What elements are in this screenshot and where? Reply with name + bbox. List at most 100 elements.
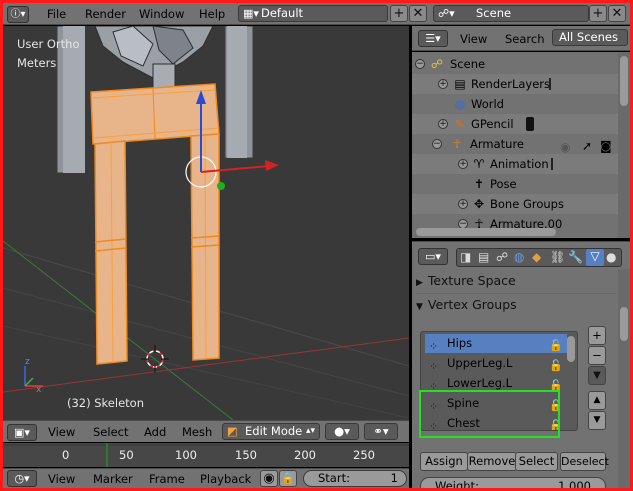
render-tab-icon[interactable]: ◨ (460, 250, 471, 264)
add-scene-button[interactable]: + (589, 5, 607, 22)
outliner-row-animation[interactable]: + ♈ Animation (412, 154, 618, 174)
mode-selector[interactable]: ◩ Edit Mode ▴▾ (222, 423, 320, 440)
properties-editor-type-icon[interactable]: ▭▾ (418, 248, 448, 265)
menu-render[interactable]: Render (85, 6, 126, 22)
cube-editor-type-icon[interactable]: ▣▾ (7, 424, 37, 441)
ruler-tick: 200 (294, 448, 316, 462)
timeline-menu-frame[interactable]: Frame (149, 471, 185, 487)
world-tab-icon[interactable]: ◍ (514, 250, 524, 264)
properties-vscroll-thumb[interactable] (620, 307, 628, 341)
lock-icon[interactable]: 🔒 (279, 470, 297, 487)
ruler-tick: 0 (62, 448, 70, 462)
lock-icon[interactable]: 🔓 (549, 376, 563, 395)
texture-space-panel-header[interactable]: ▶ Texture Space (416, 270, 616, 292)
menu-window[interactable]: Window (139, 6, 184, 22)
select-button[interactable]: Select (515, 452, 558, 471)
weight-slider[interactable]: Weight: 1.000 (420, 477, 606, 488)
expand-icon[interactable]: + (458, 159, 468, 169)
outliner-menu-view[interactable]: View (460, 31, 487, 47)
lock-icon[interactable]: 🔓 (549, 356, 563, 375)
add-screen-button[interactable]: + (390, 5, 408, 22)
vertex-group-list-scroll-thumb[interactable] (567, 336, 575, 362)
outliner-row-gpencil[interactable]: + ✎ GPencil (412, 114, 618, 134)
deselect-button[interactable]: Deselect (560, 452, 609, 471)
outliner-row-pose[interactable]: ✝ Pose (412, 174, 618, 194)
outliner-hscroll-thumb[interactable] (416, 228, 556, 236)
remove-scene-button[interactable]: ✕ (608, 5, 626, 22)
info-editor-type-icon[interactable]: ⓘ▾ (7, 6, 29, 23)
vertex-group-specials-button[interactable]: ▼ (588, 366, 606, 385)
menu-add[interactable]: Add (144, 424, 166, 440)
pivot-selector[interactable]: ⚭▾ (364, 423, 398, 440)
outliner[interactable]: − ☍ Scene + ▤ RenderLayers ◍ World + ✎ G… (412, 52, 630, 238)
add-vertex-group-button[interactable]: + (588, 326, 606, 345)
menu-help[interactable]: Help (199, 6, 225, 22)
selectability-cursor-icon[interactable]: ➚ (582, 136, 592, 156)
renderlayers-indicator (549, 78, 551, 90)
modifiers-tab-icon[interactable]: 🔧 (568, 250, 583, 264)
object-tab-icon[interactable]: ◆ (532, 250, 541, 264)
clock-editor-type-icon[interactable]: ◷▾ (7, 470, 37, 487)
pivot-icon: ⚭▾ (373, 424, 389, 438)
menu-file[interactable]: File (47, 6, 66, 22)
render-layers-tab-icon[interactable]: ▤ (478, 250, 489, 264)
expand-icon[interactable]: + (438, 119, 448, 129)
menu-view[interactable]: View (48, 424, 75, 440)
lock-icon[interactable]: 🔓 (549, 416, 563, 430)
remove-vertex-group-button[interactable]: − (588, 346, 606, 365)
scene-selector[interactable]: ☍▾ Scene (433, 5, 589, 22)
lock-icon[interactable]: 🔓 (549, 396, 563, 415)
timeline-menu-marker[interactable]: Marker (93, 471, 133, 487)
vertex-group-row-upperleg-l[interactable]: ⁘ UpperLeg.L 🔓 (425, 354, 567, 373)
mesh-data-tab-icon[interactable]: ▽ (586, 249, 604, 266)
outliner-editor-type-icon[interactable]: ☰▾ (418, 30, 448, 47)
grease-pencil-icon: ✎ (454, 117, 466, 131)
constraints-tab-icon[interactable]: ⛓ (550, 250, 565, 264)
vertex-group-list[interactable]: ⁘ Hips 🔓 ⁘ UpperLeg.L 🔓 ⁘ LowerLeg.L 🔓 ⁘… (420, 331, 578, 431)
remove-screen-button[interactable]: ✕ (409, 5, 427, 22)
vertex-groups-panel-header[interactable]: ▼ Vertex Groups (416, 294, 616, 316)
vertex-group-row-chest[interactable]: ⁘ Chest 🔓 (425, 414, 567, 430)
lock-icon[interactable]: 🔓 (549, 336, 563, 355)
ruler-tick: 250 (353, 448, 375, 462)
outliner-row-renderlayers[interactable]: + ▤ RenderLayers (412, 74, 618, 94)
vertex-group-row-lowerleg-l[interactable]: ⁘ LowerLeg.L 🔓 (425, 374, 567, 393)
timeline-menu-playback[interactable]: Playback (200, 471, 251, 487)
armature-icon: ☥ (452, 137, 462, 151)
viewport-header: ▣▾ View Select Add Mesh ◩ Edit Mode ▴▾ ●… (3, 420, 409, 442)
outliner-display-mode[interactable]: All Scenes (552, 29, 628, 46)
outliner-row-world[interactable]: ◍ World (412, 94, 618, 114)
screen-layout-selector[interactable]: ▦▾ Default (238, 5, 388, 22)
collapse-icon[interactable]: − (432, 139, 442, 149)
3d-viewport[interactable]: z x User Ortho Meters (32) Skeleton (3, 26, 409, 420)
material-tab-icon[interactable]: ● (606, 250, 616, 264)
timeline-ruler[interactable]: 0 50 100 150 200 250 (3, 443, 409, 467)
collapse-icon[interactable]: − (415, 59, 425, 69)
scene-tab-icon[interactable]: ☍ (496, 250, 508, 264)
expand-icon[interactable]: + (458, 199, 468, 209)
view-name-label: User Ortho (17, 37, 80, 51)
record-icon[interactable]: ◉ (260, 470, 278, 487)
outliner-row-armature[interactable]: − ☥ Armature ◉ ➚ ◙ (412, 134, 618, 154)
outliner-row-bone-groups[interactable]: + ✥ Bone Groups (412, 194, 618, 214)
shading-selector[interactable]: ●▾ (325, 423, 359, 440)
expand-icon[interactable]: + (438, 79, 448, 89)
timeline-menu-view[interactable]: View (48, 471, 75, 487)
outliner-menu-search[interactable]: Search (505, 31, 545, 47)
vertex-group-row-hips[interactable]: ⁘ Hips 🔓 (425, 334, 567, 353)
ruler-tick: 150 (235, 448, 257, 462)
world-icon: ◍ (454, 97, 466, 111)
outliner-vscroll-thumb[interactable] (620, 56, 628, 106)
properties-panel[interactable]: ▶ Texture Space ▼ Vertex Groups ⁘ Hips 🔓 ⁘… (412, 269, 630, 488)
vertex-group-row-spine[interactable]: ⁘ Spine 🔓 (425, 394, 567, 413)
menu-select[interactable]: Select (93, 424, 128, 440)
pose-icon: ✝ (473, 177, 485, 191)
menu-mesh[interactable]: Mesh (182, 424, 212, 440)
render-camera-icon[interactable]: ◙ (600, 136, 612, 156)
outliner-row-scene[interactable]: − ☍ Scene (412, 54, 618, 74)
start-frame-field[interactable]: Start: 1 (303, 470, 407, 487)
remove-button[interactable]: Remove (467, 452, 517, 471)
move-group-down-button[interactable]: ▼ (588, 411, 606, 430)
assign-button[interactable]: Assign (420, 452, 468, 471)
move-group-up-button[interactable]: ▲ (588, 391, 606, 410)
